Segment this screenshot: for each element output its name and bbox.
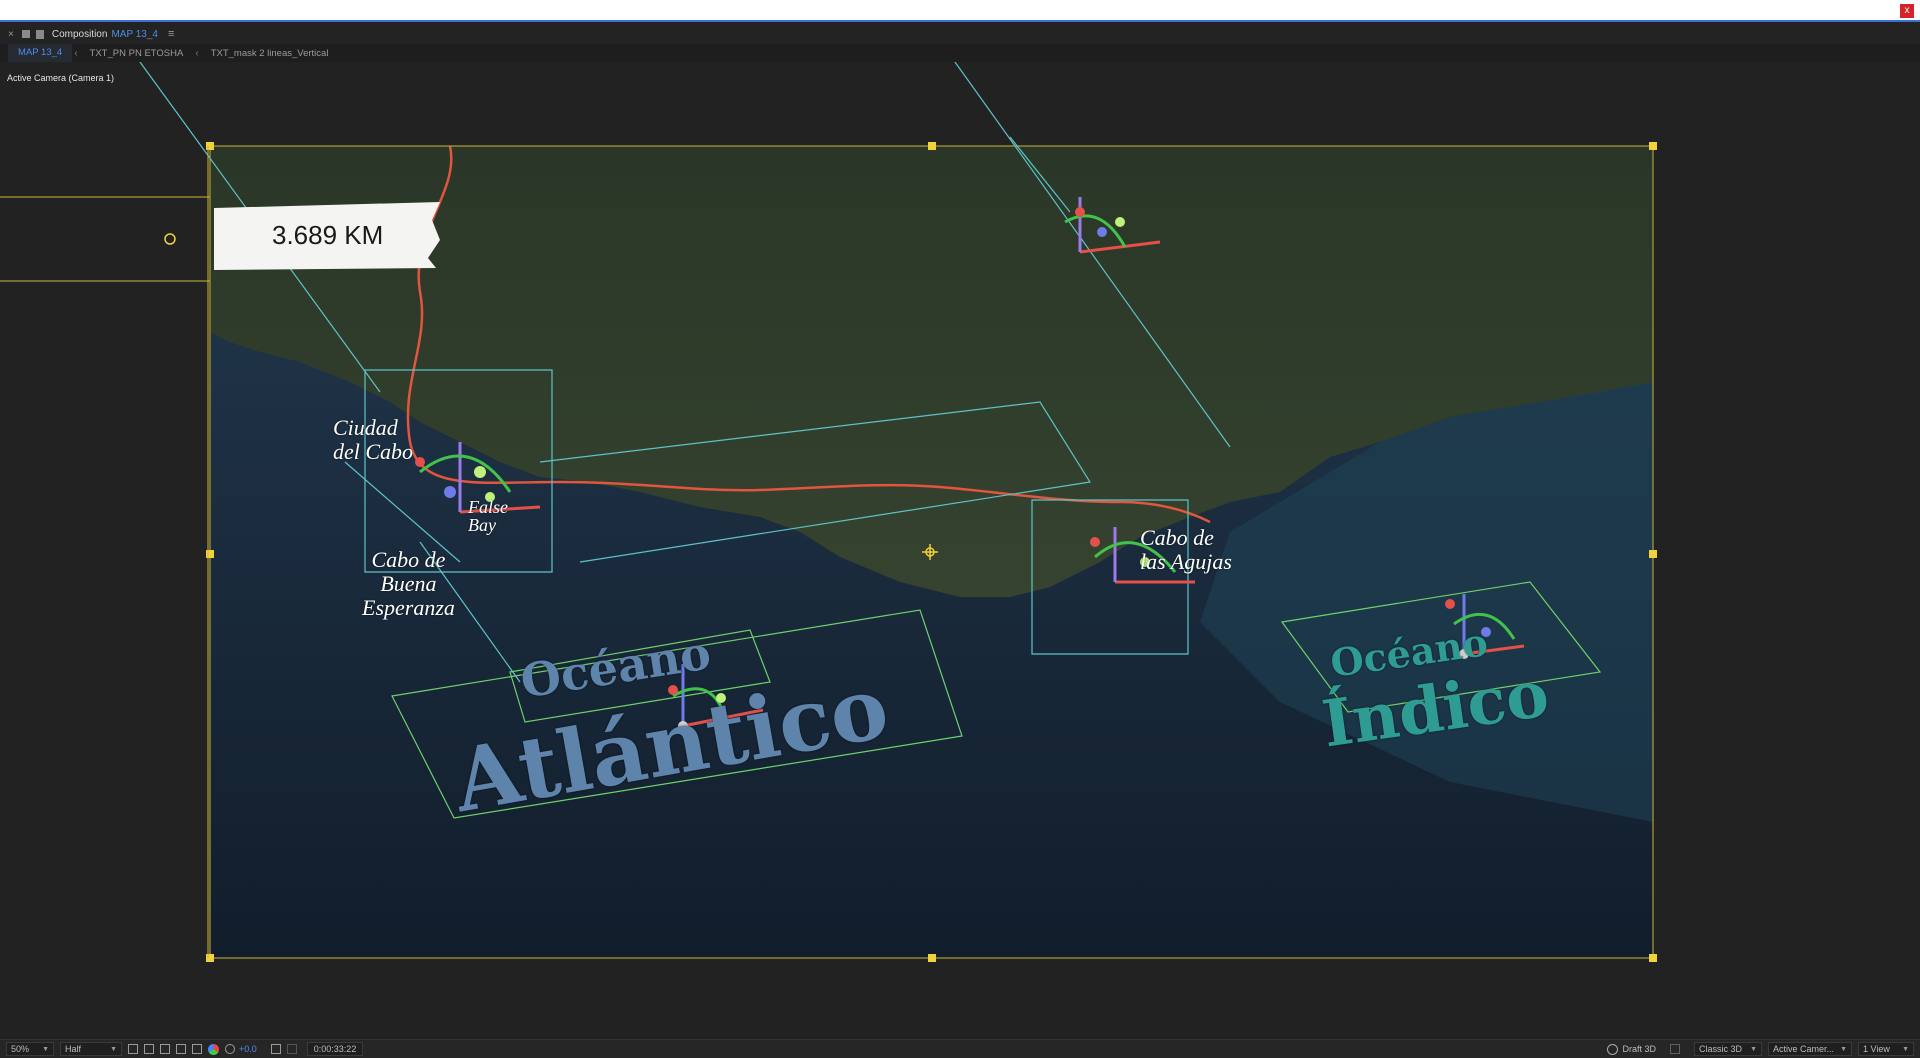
panel-close-icon[interactable]: ×	[8, 29, 14, 40]
grid-guides-icon[interactable]	[192, 1044, 202, 1054]
transparency-grid-icon[interactable]	[144, 1044, 154, 1054]
draft-3d-label: Draft 3D	[1622, 1044, 1656, 1054]
composition-viewer[interactable]: Active Camera (Camera 1) 3.689 KM Ciudad…	[0, 62, 1920, 1039]
close-window-button[interactable]: x	[1900, 4, 1914, 18]
label-false-bay[interactable]: False Bay	[468, 498, 508, 534]
chevron-left-icon: ‹	[74, 47, 78, 59]
anchor-point-icon[interactable]	[164, 233, 176, 245]
show-snapshot-icon[interactable]	[286, 1044, 297, 1054]
tab-map-13-4[interactable]: MAP 13_4	[8, 44, 73, 62]
draft-3d-icon	[1607, 1043, 1619, 1055]
chevron-down-icon: ▼	[1750, 1045, 1757, 1053]
view-value: Active Camer...	[1773, 1044, 1835, 1054]
composition-breadcrumb: MAP 13_4 ‹ TXT_PN PN ETOSHA ‹ TXT_mask 2…	[0, 44, 1920, 62]
chevron-down-icon: ▼	[110, 1045, 117, 1053]
zoom-value: 50%	[11, 1044, 30, 1054]
renderer-value: Classic 3D	[1699, 1044, 1743, 1054]
current-time[interactable]: 0:00:33:22	[306, 1042, 364, 1056]
tab-txt-pn-etosha[interactable]: TXT_PN PN ETOSHA	[80, 48, 194, 59]
resolution-select[interactable]: Half ▼	[60, 1042, 122, 1056]
label-cabo-agujas[interactable]: Cabo de las Agujas	[1140, 526, 1232, 574]
snapshot-icon[interactable]	[270, 1044, 281, 1054]
resolution-value: Half	[65, 1044, 82, 1054]
composition-icon	[21, 30, 30, 38]
draft-3d-toggle[interactable]: Draft 3D	[1607, 1043, 1656, 1055]
panel-menu-icon[interactable]: ≡	[168, 28, 174, 40]
label-ciudad-del-cabo[interactable]: Ciudad del Cabo	[333, 416, 413, 464]
view-select[interactable]: Active Camer... ▼	[1768, 1042, 1852, 1056]
chevron-down-icon: ▼	[1840, 1045, 1847, 1053]
color-channels-icon[interactable]	[208, 1043, 219, 1055]
tab-txt-mask-vertical[interactable]: TXT_mask 2 lineas_Vertical	[201, 48, 339, 59]
chevron-down-icon: ▼	[42, 1045, 49, 1053]
chevron-down-icon: ▼	[1902, 1045, 1909, 1053]
view-layout-value: 1 View	[1863, 1044, 1890, 1054]
map-canvas[interactable]	[0, 62, 1920, 1039]
distance-text[interactable]: 3.689 KM	[272, 222, 383, 248]
left-guides	[0, 146, 210, 958]
chevron-left-icon: ‹	[195, 47, 199, 59]
exposure-reset-icon[interactable]	[225, 1044, 235, 1054]
zoom-select[interactable]: 50% ▼	[6, 1042, 54, 1056]
composition-panel-header: × Composition MAP 13_4 ≡	[0, 24, 1920, 44]
renderer-select[interactable]: Classic 3D ▼	[1694, 1042, 1762, 1056]
window-title-bar: x	[0, 0, 1920, 22]
viewer-footer: 50% ▼ Half ▼ +0.0 0:00:33:22 Draft 3D Clas…	[0, 1039, 1920, 1058]
lock-icon[interactable]	[35, 29, 44, 39]
view-layout-select[interactable]: 1 View ▼	[1858, 1042, 1914, 1056]
3d-ground-plane-icon[interactable]	[1670, 1044, 1680, 1054]
region-of-interest-icon[interactable]	[176, 1044, 186, 1054]
label-cabo-buena-esperanza[interactable]: Cabo de Buena Esperanza	[362, 548, 455, 620]
composition-label: Composition	[51, 28, 108, 40]
composition-name[interactable]: MAP 13_4	[111, 29, 158, 40]
mask-visibility-icon[interactable]	[160, 1044, 170, 1054]
exposure-value[interactable]: +0.0	[239, 1044, 257, 1054]
fast-previews-icon[interactable]	[128, 1044, 138, 1054]
